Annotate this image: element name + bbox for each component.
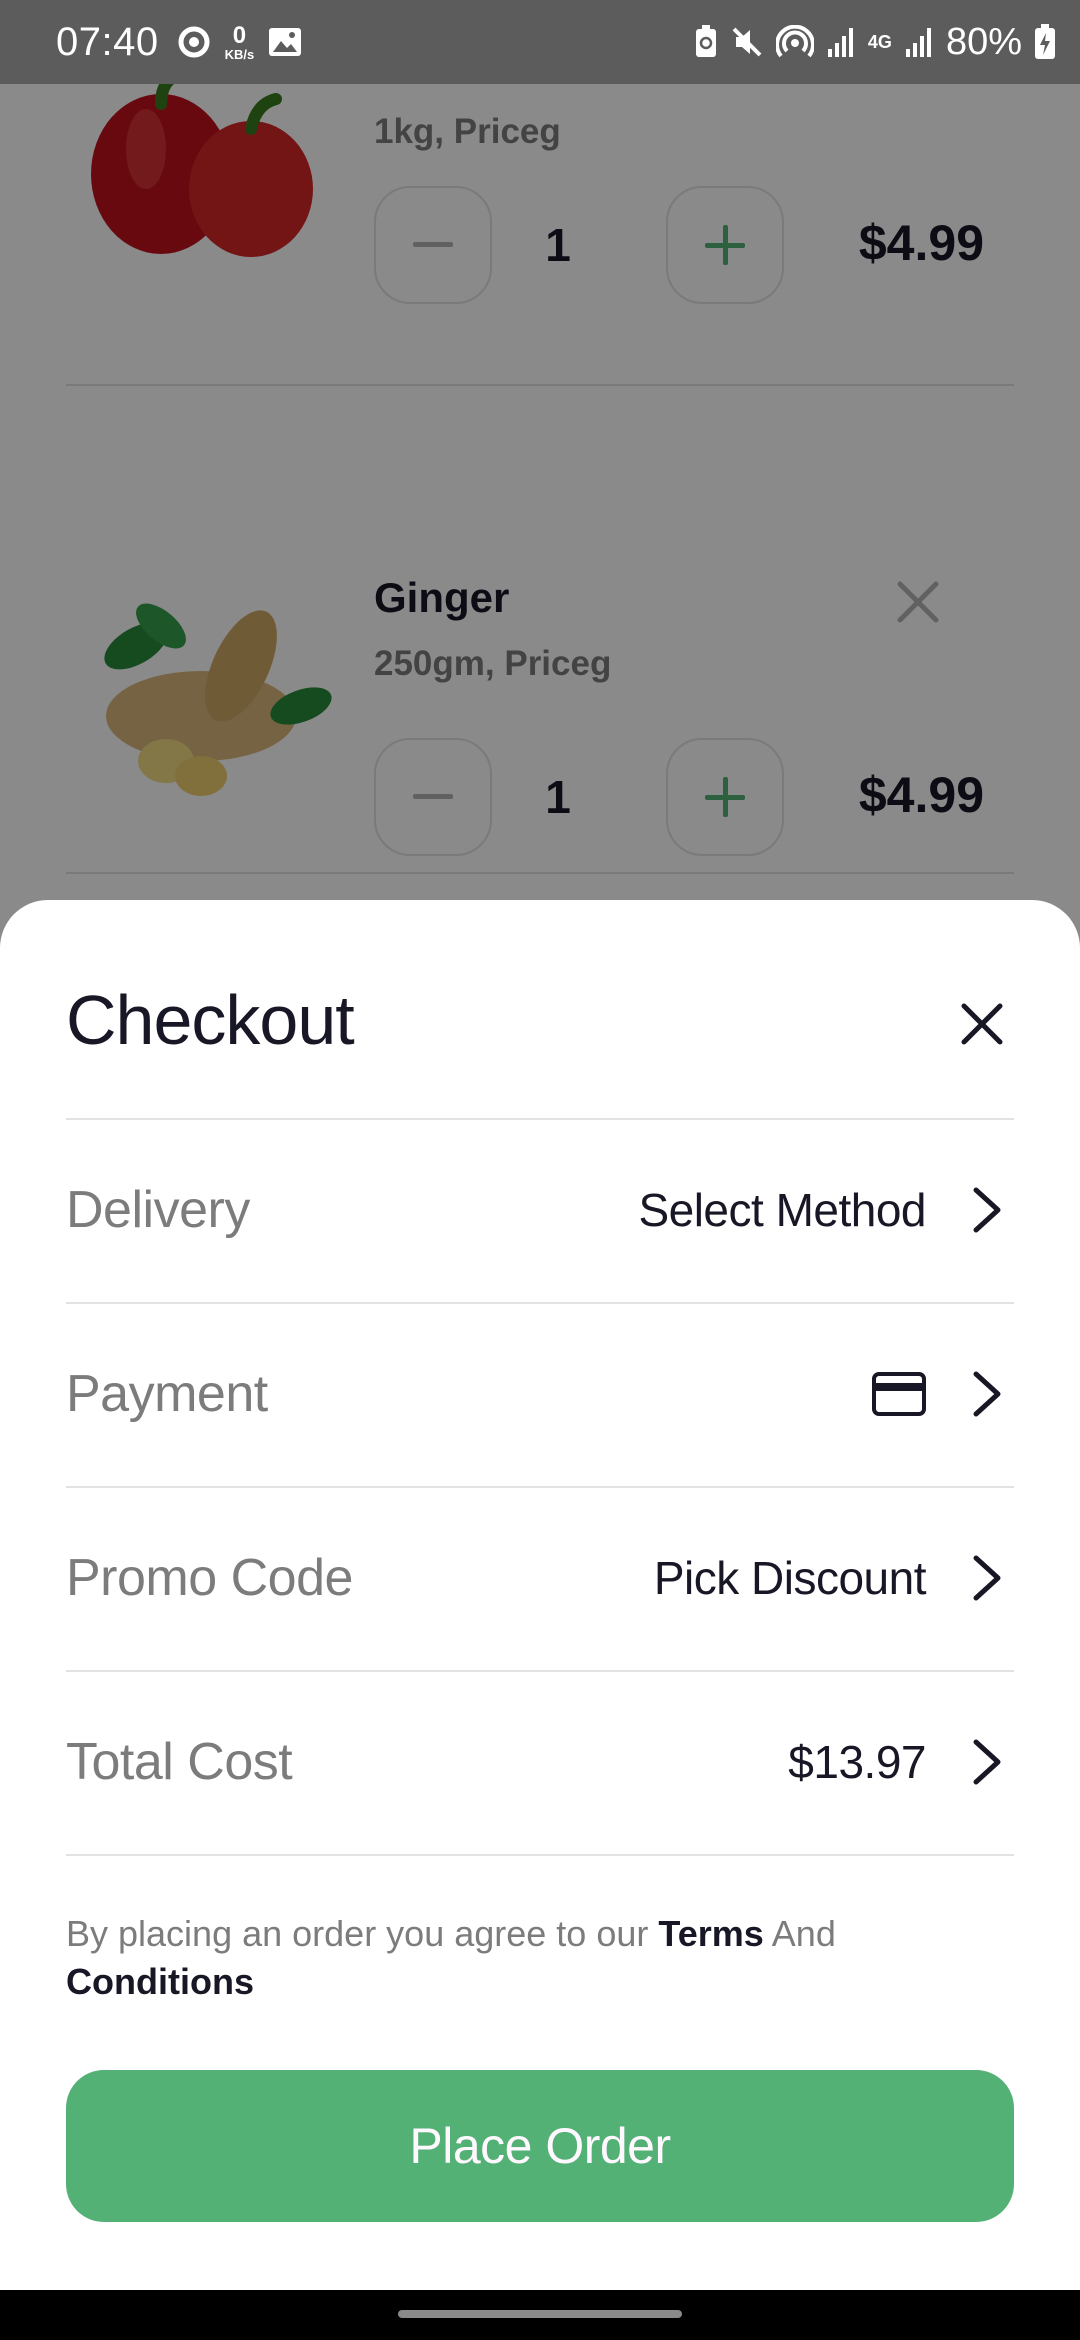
delivery-label: Delivery: [66, 1181, 250, 1239]
checkout-title: Checkout: [66, 981, 355, 1059]
home-handle[interactable]: [398, 2310, 682, 2318]
hotspot-icon: [775, 25, 814, 58]
delivery-value: Select Method: [638, 1184, 926, 1236]
sync-icon: [178, 26, 210, 58]
signal-icon-2: [905, 28, 931, 57]
payment-row[interactable]: Payment: [66, 1304, 1014, 1484]
status-right-icons: 4G 80%: [694, 21, 1056, 64]
promo-code-value: Pick Discount: [653, 1552, 927, 1604]
payment-label: Payment: [66, 1365, 268, 1423]
terms-link[interactable]: Terms: [658, 1913, 763, 1954]
total-cost-value: $13.97: [788, 1736, 926, 1788]
chevron-right-icon: [973, 1371, 1001, 1417]
promo-code-row[interactable]: Promo Code Pick Discount: [66, 1488, 1014, 1668]
divider: [66, 1854, 1014, 1856]
close-icon[interactable]: [958, 1000, 1006, 1048]
credit-card-icon: [872, 1372, 926, 1416]
network-type-label: 4G: [867, 31, 892, 52]
chevron-right-icon: [973, 1187, 1001, 1233]
terms-and: And: [763, 1913, 836, 1954]
chevron-right-icon: [973, 1739, 1001, 1785]
place-order-button[interactable]: Place Order: [66, 2070, 1014, 2222]
terms-text: By placing an order you agree to our Ter…: [66, 1910, 966, 2006]
total-cost-row[interactable]: Total Cost $13.97: [66, 1672, 1014, 1852]
status-bar: 07:40 0 KB/s 4G 80%: [0, 0, 1080, 84]
battery-saver-icon: [695, 25, 716, 57]
navigation-bar: [0, 2290, 1080, 2340]
promo-code-label: Promo Code: [66, 1549, 353, 1607]
battery-charging-icon: [1035, 24, 1055, 59]
chevron-right-icon: [973, 1555, 1001, 1601]
status-time: 07:40: [56, 19, 159, 64]
total-cost-label: Total Cost: [66, 1733, 293, 1791]
signal-icon: [827, 28, 853, 57]
status-left-icons: 0 KB/s: [177, 21, 303, 62]
battery-percent: 80%: [945, 20, 1022, 63]
checkout-sheet: Checkout Delivery Select Method Payment …: [0, 900, 1080, 2290]
conditions-link[interactable]: Conditions: [66, 1961, 254, 2002]
place-order-label: Place Order: [409, 2118, 671, 2174]
mute-icon: [732, 27, 762, 57]
image-icon: [269, 28, 302, 56]
network-speed: 0 KB/s: [224, 21, 255, 62]
terms-prefix: By placing an order you agree to our: [66, 1913, 659, 1954]
delivery-row[interactable]: Delivery Select Method: [66, 1120, 1014, 1300]
